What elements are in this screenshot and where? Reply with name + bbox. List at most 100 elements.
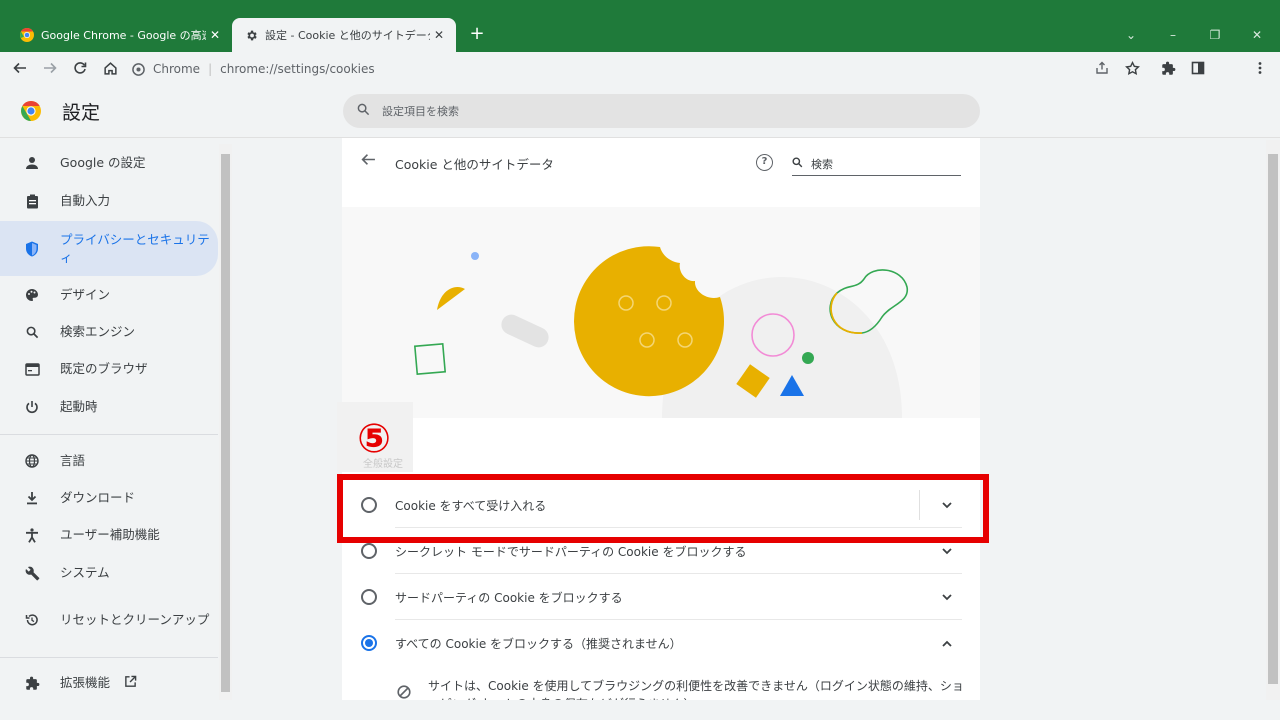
site-chip-label: Chrome — [153, 62, 201, 76]
radio-button[interactable] — [361, 589, 377, 605]
main-scrollbar[interactable] — [1266, 140, 1280, 700]
sidebar-item-label: 起動時 — [60, 399, 98, 414]
description-text: サイトは、Cookie を使用してブラウジングの利便性を改善できません（ログイン… — [428, 679, 964, 700]
sidebar-divider — [0, 434, 218, 435]
sidebar-item-label: 自動入力 — [60, 193, 111, 208]
sidebar-item-downloads[interactable]: ダウンロード — [0, 487, 218, 509]
browser-icon — [22, 362, 42, 376]
sidebar-item-google-settings[interactable]: Google の設定 — [0, 152, 218, 174]
sidebar-item-system[interactable]: システム — [0, 562, 218, 584]
radio-button[interactable] — [361, 543, 377, 559]
search-placeholder: 設定項目を検索 — [382, 105, 459, 118]
home-icon[interactable] — [98, 56, 122, 80]
sidebar-item-label: ダウンロード — [60, 490, 136, 505]
globe-icon — [22, 454, 42, 468]
radio-button-selected[interactable] — [361, 635, 377, 651]
close-window-button[interactable]: ✕ — [1234, 18, 1280, 52]
sidebar-item-extensions[interactable]: 拡張機能 — [0, 672, 218, 694]
sidebar-item-reset[interactable]: リセットとクリーンアップ — [0, 600, 218, 640]
shield-icon — [22, 241, 42, 257]
chrome-logo-icon — [20, 28, 34, 42]
restore-button[interactable]: ❐ — [1192, 18, 1238, 52]
tab-google-chrome[interactable]: Google Chrome - Google の高速 ✕ — [0, 18, 232, 52]
extensions-puzzle-icon[interactable] — [1156, 56, 1180, 80]
accessibility-icon — [22, 527, 42, 543]
search-icon — [792, 156, 803, 171]
search-icon — [22, 326, 42, 339]
palette-icon — [22, 288, 42, 302]
option-label: サードパーティの Cookie をブロックする — [395, 590, 623, 605]
sidebar-scrollbar[interactable] — [219, 144, 232, 700]
sidebar-item-label: Google の設定 — [60, 155, 146, 170]
block-icon — [397, 685, 411, 700]
back-arrow-icon[interactable] — [8, 56, 32, 80]
sidebar-item-label: ユーザー補助機能 — [60, 527, 160, 542]
search-label: 検索 — [811, 157, 833, 171]
highlight-box — [337, 474, 989, 543]
sidebar-item-search-engine[interactable]: 検索エンジン — [0, 321, 218, 343]
chevron-up-icon[interactable] — [942, 636, 952, 650]
site-chip[interactable]: Chrome — [132, 62, 200, 76]
option-label: すべての Cookie をブロックする（推奨されません） — [395, 636, 682, 651]
sidebar-item-label: 言語 — [60, 453, 86, 468]
tab-close-icon[interactable]: ✕ — [206, 28, 224, 42]
chrome-logo-icon — [20, 100, 42, 122]
download-icon — [22, 491, 42, 505]
sidebar-divider — [0, 657, 218, 658]
menu-kebab-icon[interactable] — [1248, 56, 1272, 80]
sidebar-item-label: 既定のブラウザ — [60, 361, 148, 376]
cookie-illustration — [342, 207, 980, 418]
sidebar-item-appearance[interactable]: デザイン — [0, 284, 218, 306]
tab-close-icon[interactable]: ✕ — [430, 28, 448, 42]
sidebar-item-privacy-security[interactable]: プライバシーとセキュリティ — [0, 221, 218, 276]
sidebar-item-languages[interactable]: 言語 — [0, 450, 218, 472]
section-title: Cookie と他のサイトデータ — [395, 157, 554, 172]
minimize-button[interactable]: – — [1150, 18, 1196, 52]
new-tab-button[interactable]: + — [466, 24, 488, 46]
tab-settings[interactable]: 設定 - Cookie と他のサイトデータ ✕ — [232, 18, 456, 52]
omnibox-separator: | — [208, 62, 213, 76]
sidebar-item-label: 拡張機能 — [60, 675, 111, 690]
sidebar-item-default-browser[interactable]: 既定のブラウザ — [0, 358, 218, 380]
address-bar[interactable]: Chrome | chrome://settings/cookies — [132, 58, 375, 80]
option-label: シークレット モードでサードパーティの Cookie をブロックする — [395, 544, 747, 559]
person-icon — [22, 156, 42, 170]
sidebar-item-accessibility[interactable]: ユーザー補助機能 — [0, 524, 218, 546]
wrench-icon — [22, 566, 42, 581]
share-icon[interactable] — [1090, 56, 1114, 80]
scroll-thumb[interactable] — [1268, 154, 1278, 684]
option-description: サイトは、Cookie を使用してブラウジングの利便性を改善できません（ログイン… — [342, 665, 980, 700]
side-panel-icon[interactable] — [1186, 56, 1210, 80]
restore-icon — [22, 613, 42, 627]
sidebar-item-autofill[interactable]: 自動入力 — [0, 190, 218, 212]
back-arrow-icon[interactable] — [361, 152, 376, 171]
sidebar-item-label: 検索エンジン — [60, 324, 136, 339]
sidebar-item-label: システム — [60, 565, 110, 580]
section-label: 全般設定 — [363, 459, 403, 470]
sidebar-item-label: プライバシーとセキュリティ — [60, 231, 210, 265]
scroll-thumb[interactable] — [221, 154, 230, 692]
option-block-third-party[interactable]: サードパーティの Cookie をブロックする — [342, 574, 980, 620]
settings-search-input[interactable]: 設定項目を検索 — [343, 94, 980, 128]
bookmark-star-icon[interactable] — [1120, 56, 1144, 80]
chrome-site-icon — [132, 62, 145, 76]
gear-icon — [244, 28, 258, 42]
forward-arrow-icon[interactable] — [38, 56, 62, 80]
sidebar-item-label: リセットとクリーンアップ — [60, 612, 210, 627]
url-text[interactable]: chrome://settings/cookies — [220, 62, 375, 76]
puzzle-icon — [22, 676, 42, 691]
option-block-all-cookies[interactable]: すべての Cookie をブロックする（推奨されません） — [342, 620, 980, 666]
reload-icon[interactable] — [68, 56, 92, 80]
tab-title: Google Chrome - Google の高速 — [41, 29, 206, 42]
power-icon — [22, 400, 42, 414]
open-external-icon — [124, 675, 137, 691]
clipboard-icon — [22, 194, 42, 209]
tab-title: 設定 - Cookie と他のサイトデータ — [265, 29, 430, 42]
sidebar-item-on-startup[interactable]: 起動時 — [0, 396, 218, 418]
tab-search-icon[interactable]: ⌄ — [1108, 18, 1154, 52]
sidebar-item-label: デザイン — [60, 287, 111, 302]
cookie-search-input[interactable]: 検索 — [792, 152, 961, 176]
chevron-down-icon[interactable] — [942, 590, 952, 604]
chevron-down-icon[interactable] — [942, 544, 952, 558]
help-icon[interactable]: ? — [756, 154, 773, 171]
